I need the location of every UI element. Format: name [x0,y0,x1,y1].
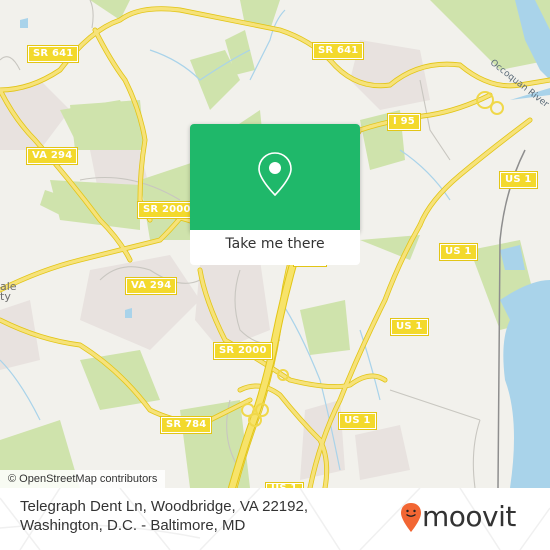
road-shield-va294: VA 294 [25,147,79,165]
road-shield-us1: US 1 [499,171,538,189]
map-view[interactable]: SR 641 SR 641 VA 294 SR 2000 I 95 US 1 U… [0,0,550,488]
moovit-logo[interactable]: moovit [400,500,540,534]
moovit-pin-icon [401,503,421,532]
address-line-1: Telegraph Dent Ln, Woodbridge, VA 22192, [20,498,308,515]
place-label-dale-city: ale ty [0,281,17,303]
road-shield-sr2000: SR 2000 [137,201,197,219]
footer: Telegraph Dent Ln, Woodbridge, VA 22192,… [0,488,550,550]
road-shield-sr2000: SR 2000 [213,342,273,360]
popup-header [190,124,360,230]
road-shield-va294: VA 294 [124,277,178,295]
road-shield-us1: US 1 [390,318,429,336]
osm-attribution[interactable]: © OpenStreetMap contributors [0,470,166,488]
road-shield-sr641: SR 641 [26,45,80,63]
road-shield-us1: US 1 [338,412,377,430]
map-pin-icon [258,152,292,197]
road-shield-sr641: SR 641 [311,42,365,60]
road-shield-us1: US 1 [439,243,478,261]
place-label-line2: ty [0,290,11,303]
moovit-wordmark: moovit [422,500,516,533]
destination-popup: Take me there [190,124,360,265]
popup-pointer [266,233,282,241]
road-shield-i95: I 95 [387,113,421,131]
address-text: Telegraph Dent Ln, Woodbridge, VA 22192,… [20,497,380,535]
address-line-2: Washington, D.C. - Baltimore, MD [20,517,246,534]
road-shield-sr784: SR 784 [159,416,213,434]
